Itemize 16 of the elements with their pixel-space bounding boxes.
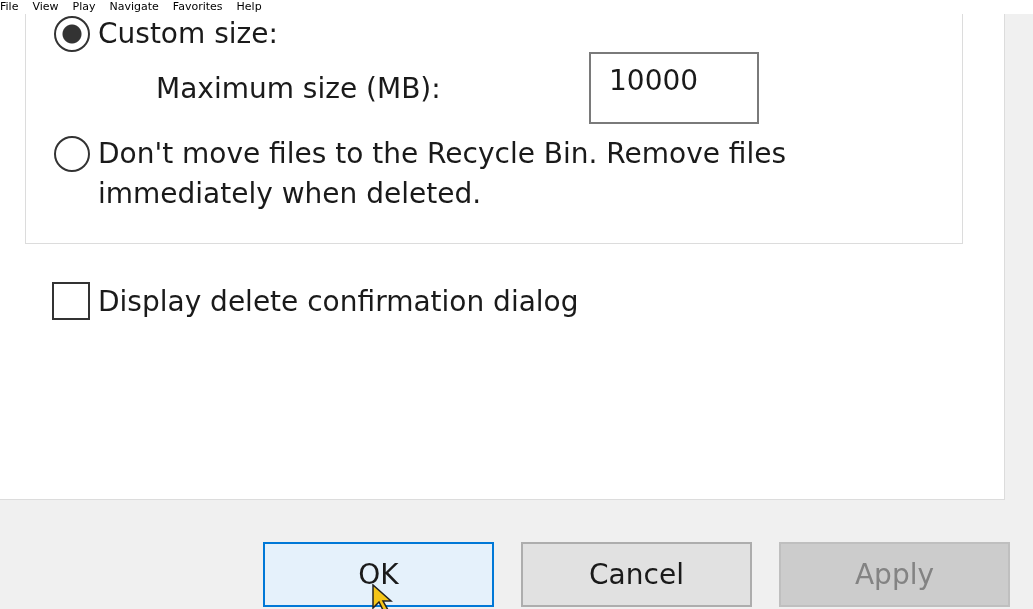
radio-button[interactable] bbox=[54, 136, 90, 172]
checkbox-label: Display delete confirmation dialog bbox=[98, 284, 579, 318]
menu-item[interactable]: Navigate bbox=[109, 0, 159, 14]
menu-item[interactable]: Favorites bbox=[172, 0, 223, 14]
checkbox[interactable] bbox=[52, 282, 90, 320]
dialog-button[interactable]: OK bbox=[263, 542, 494, 607]
radio-button[interactable] bbox=[54, 16, 90, 52]
menu-item[interactable]: File bbox=[0, 0, 19, 14]
menu-item[interactable]: Play bbox=[72, 0, 96, 14]
option-label: Custom size: bbox=[98, 16, 279, 52]
option-label: Don't move files to the Recycle Bin. Remove files immediately when deleted. bbox=[98, 136, 788, 212]
menu-item[interactable]: Help bbox=[236, 0, 262, 14]
menu-item[interactable]: View bbox=[32, 0, 59, 14]
dialog-button[interactable]: Cancel bbox=[521, 542, 752, 607]
size-input-field[interactable]: 10000 bbox=[589, 52, 759, 124]
field-label: Maximum size (MB): bbox=[156, 71, 442, 105]
